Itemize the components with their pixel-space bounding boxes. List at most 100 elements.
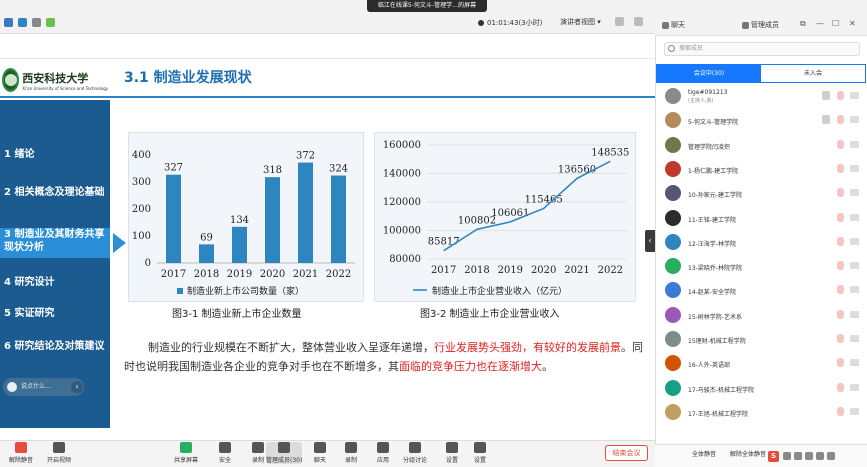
fullscreen-icon[interactable] <box>615 17 624 26</box>
window-title[interactable]: 临江在线课5-何文斗-管理学…的屏幕 <box>367 0 487 12</box>
mic-muted-icon[interactable] <box>837 236 844 246</box>
camera-off-icon[interactable] <box>850 140 859 148</box>
participant-row[interactable]: 12-汪海学-林学院 <box>660 232 865 252</box>
nav-item-3: 3 制造业及其财务共享现状分析 <box>0 228 110 258</box>
mic-muted-icon[interactable] <box>837 91 844 100</box>
participant-name: 17-王旭-机械工程学院 <box>688 410 748 418</box>
chart-box-2: 80000 100000 120000 140000 160000 85817 2017 10… <box>374 132 636 302</box>
data-label: 134 <box>230 215 249 226</box>
member-search-input[interactable]: 搜索成员 <box>664 42 860 56</box>
camera-off-icon[interactable] <box>850 286 859 294</box>
members-icon <box>278 442 290 453</box>
camera-off-icon[interactable] <box>850 310 859 318</box>
mic-muted-icon[interactable] <box>837 285 844 295</box>
camera-off-icon[interactable] <box>850 262 859 270</box>
participant-row[interactable]: 10-孙家元-建工学院 <box>660 183 865 203</box>
tab-in-meeting[interactable]: 会议中(30) <box>657 65 761 82</box>
mic-muted-icon[interactable] <box>837 406 844 416</box>
mic-muted-icon[interactable] <box>837 188 844 198</box>
meeting-window: 临江在线课5-何文斗-管理学…的屏幕 01:01:43(3小时) 演讲者视图 ▾… <box>0 0 867 467</box>
participant-row[interactable]: tige#091213 (主持人,我) <box>660 86 865 106</box>
settings2-button[interactable]: 设置 <box>462 442 498 464</box>
minimize-icon[interactable]: — <box>816 19 824 28</box>
info-icon[interactable] <box>4 18 13 27</box>
popout-icon[interactable]: ⧉ <box>800 19 806 29</box>
participant-row[interactable]: 17-马骏杰-机械工程学院 <box>660 378 865 398</box>
manage-members-button[interactable]: 管理成员(30) <box>266 442 302 464</box>
x-tick-label: 2017 <box>161 269 186 280</box>
participant-row[interactable]: 11-王铭-建工学院 <box>660 208 865 228</box>
camera-off-icon[interactable] <box>850 116 859 124</box>
avatar <box>665 209 681 226</box>
record2-button[interactable]: 录制 <box>333 442 369 464</box>
camera-off-icon[interactable] <box>850 213 859 221</box>
apps-button[interactable]: 应用 <box>365 442 401 464</box>
keyboard-icon[interactable] <box>816 452 824 460</box>
camera-off-icon[interactable] <box>850 407 859 415</box>
participant-row[interactable]: 17-王旭-机械工程学院 <box>660 402 865 422</box>
end-meeting-button[interactable]: 结束会议 <box>605 445 648 461</box>
camera-off-icon[interactable] <box>850 92 859 99</box>
line-chart: 8000010000012000014000016000085817201710… <box>383 140 630 297</box>
voice-icon[interactable] <box>805 452 813 460</box>
members-icon <box>742 21 749 29</box>
start-video-button[interactable]: 开启视频 <box>41 442 77 464</box>
camera-off-icon[interactable] <box>850 189 859 197</box>
unmute-all-button[interactable]: 解除全体静音 <box>730 449 766 458</box>
participant-row[interactable]: 15理财-机械工程学院 <box>660 329 865 349</box>
mic-muted-icon[interactable] <box>837 212 844 222</box>
camera-off-icon[interactable] <box>850 237 859 245</box>
participant-row[interactable]: 16-人外-英语部 <box>660 353 865 373</box>
camera-off-icon[interactable] <box>850 335 859 342</box>
avatar <box>665 112 681 129</box>
mic-muted-icon[interactable] <box>837 358 844 368</box>
mute-all-button[interactable]: 全体静音 <box>692 449 716 458</box>
ime-mode-icon[interactable] <box>783 452 791 460</box>
emoji-icon[interactable] <box>7 382 17 392</box>
logo-english: Xi'an University of Science and Technolo… <box>22 85 108 91</box>
security-shield-icon[interactable] <box>18 18 27 27</box>
mic-muted-icon[interactable] <box>837 139 844 149</box>
participant-row[interactable]: 1-杨仁鹏-建工学院 <box>660 159 865 179</box>
data-label: 327 <box>164 163 183 174</box>
ime-icon[interactable]: S <box>768 451 779 462</box>
avatar <box>665 88 681 104</box>
screen-share-icon <box>822 91 830 100</box>
participant-row[interactable]: 14-赵某-安全学院 <box>660 280 865 300</box>
camera-off-icon[interactable] <box>850 164 859 172</box>
data-label: 148535 <box>591 147 629 158</box>
y-tick-label: 300 <box>132 177 151 188</box>
settings-tray-icon[interactable] <box>827 452 835 460</box>
participant-row[interactable]: 13-梁晓乔-林院学院 <box>660 256 865 276</box>
maximize-icon[interactable]: ☐ <box>832 19 839 28</box>
breakout-button[interactable]: 分组讨论 <box>397 442 433 464</box>
tab-members[interactable]: 管理成员 <box>742 20 779 30</box>
participant-row[interactable]: 15-树林学院-艺术系 <box>660 305 865 325</box>
security-button[interactable]: 安全 <box>207 442 243 464</box>
view-mode-button[interactable]: 演讲者视图 ▾ <box>560 17 601 27</box>
participant-row[interactable]: 5-何文斗-管理学院 <box>660 110 865 130</box>
collapse-panel-icon[interactable]: ‹ <box>645 230 655 252</box>
layout-icon[interactable] <box>634 17 643 26</box>
mic-muted-icon[interactable] <box>837 382 844 392</box>
close-icon[interactable]: ✕ <box>849 19 856 28</box>
participant-name: 管理学院闫凌炽 <box>688 143 731 151</box>
mic-muted-icon[interactable] <box>837 334 844 343</box>
unmute-button[interactable]: 解除静音 <box>3 442 39 464</box>
mic-muted-icon[interactable] <box>837 261 844 271</box>
participant-row[interactable]: 管理学院闫凌炽 <box>660 135 865 155</box>
mic-muted-icon[interactable] <box>837 309 844 319</box>
mic-muted-icon[interactable] <box>837 115 844 125</box>
camera-off-icon[interactable] <box>850 359 859 367</box>
punctuation-icon[interactable] <box>794 452 802 460</box>
toolbar-label: 解除静音 <box>8 457 33 464</box>
camera-off-icon[interactable] <box>850 383 859 391</box>
tab-chat[interactable]: 聊天 <box>662 20 685 30</box>
mic-muted-icon[interactable] <box>837 163 844 173</box>
collapse-chat-icon[interactable]: ‹ <box>71 381 83 393</box>
tab-not-joined[interactable]: 未入会 <box>761 65 865 82</box>
apps-icon <box>377 442 389 453</box>
share-screen-button[interactable]: 共享屏幕 <box>168 442 204 464</box>
participant-tabs: 会议中(30) 未入会 <box>656 64 866 83</box>
shield-icon <box>219 442 231 453</box>
